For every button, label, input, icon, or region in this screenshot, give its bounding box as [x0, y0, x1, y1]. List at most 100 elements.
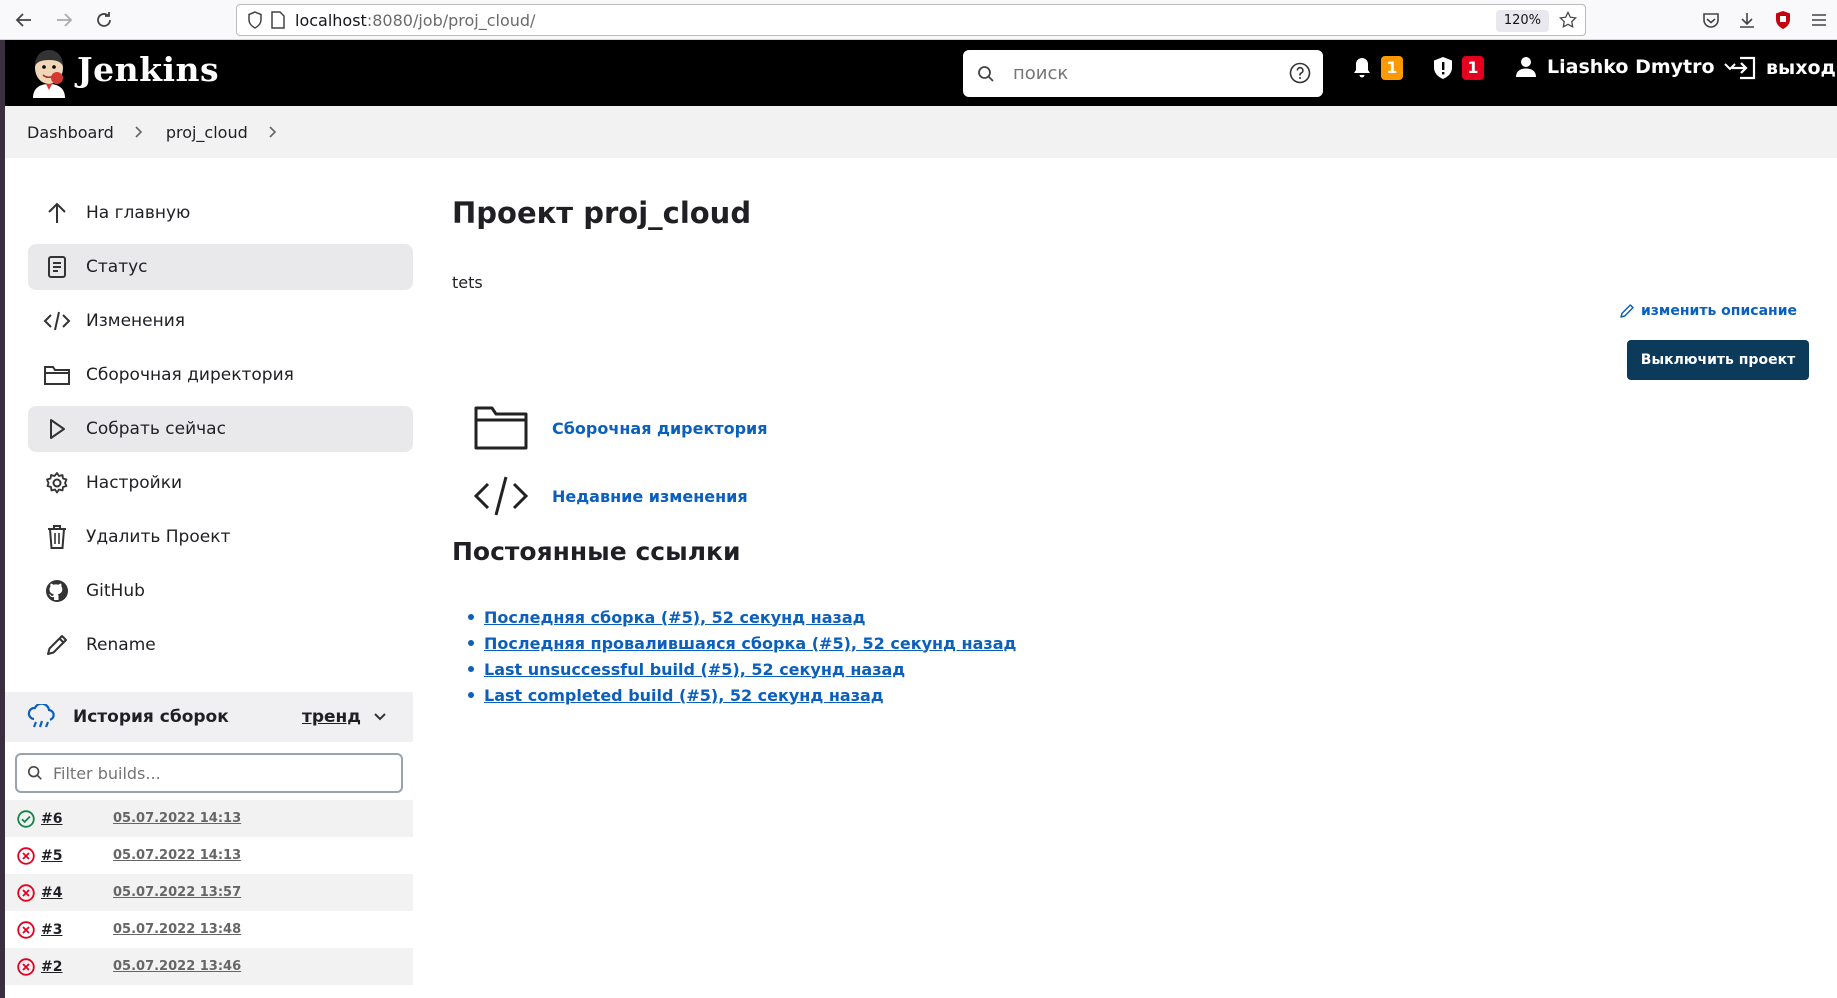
build-row[interactable]: #5 05.07.2022 14:13 [5, 837, 413, 874]
permalink-last-build[interactable]: Последняя сборка (#5), 52 секунд назад [468, 604, 1016, 630]
sidebar-item-rename[interactable]: Rename [28, 622, 413, 668]
logout-button[interactable]: выход [1730, 56, 1836, 80]
folder-icon [42, 364, 72, 386]
jenkins-logo-icon[interactable] [27, 48, 71, 98]
security-button[interactable]: 1 [1432, 56, 1484, 80]
gear-icon [42, 471, 72, 495]
permalink-label: Последняя провалившаяся сборка (#5), 52 … [484, 633, 1017, 653]
logout-label: выход [1766, 57, 1836, 79]
sidebar-item-home[interactable]: На главную [28, 190, 413, 236]
chevron-right-icon[interactable] [134, 125, 144, 139]
permalink-last-completed-build[interactable]: Last completed build (#5), 52 секунд наз… [468, 682, 1016, 708]
url-path: :8080/job/proj_cloud/ [366, 10, 536, 30]
permalink-label: Последняя сборка (#5), 52 секунд назад [484, 607, 866, 627]
play-icon [42, 418, 72, 440]
sidebar-item-label: Статус [86, 257, 148, 277]
jenkins-header: Jenkins 1 1 Liashko Dmytro выход [5, 40, 1837, 106]
search-input[interactable] [1013, 63, 1273, 84]
address-bar[interactable]: localhost:8080/job/proj_cloud/ 120% [236, 4, 1586, 36]
build-history-title: История сборок [73, 707, 229, 727]
workspace-link[interactable]: Сборочная директория [470, 404, 768, 452]
build-row[interactable]: #2 05.07.2022 13:46 [5, 948, 413, 985]
bell-icon [1354, 58, 1370, 78]
logout-icon [1732, 56, 1756, 80]
edit-description-label: изменить описание [1640, 303, 1797, 319]
sidebar-item-label: Rename [86, 635, 156, 655]
permalink-last-failed-build[interactable]: Последняя провалившаяся сборка (#5), 52 … [468, 630, 1017, 656]
build-date-link[interactable]: 05.07.2022 13:46 [113, 959, 241, 974]
build-number-link[interactable]: #6 [41, 811, 101, 827]
sidebar-item-build-now[interactable]: Собрать сейчас [28, 406, 413, 452]
star-icon[interactable] [1558, 10, 1578, 33]
trend-link[interactable]: тренд [302, 707, 361, 727]
sidebar-item-github[interactable]: GitHub [28, 568, 413, 614]
sidebar-item-label: Удалить Проект [86, 527, 231, 547]
workspace-link-label: Сборочная директория [552, 418, 768, 438]
menu-icon[interactable] [1801, 2, 1837, 38]
sidebar-item-configure[interactable]: Настройки [28, 460, 413, 506]
back-button[interactable] [8, 4, 40, 36]
sidebar-item-workspace[interactable]: Сборочная директория [28, 352, 413, 398]
permalinks-title: Постоянные ссылки [452, 537, 741, 566]
build-date-link[interactable]: 05.07.2022 14:13 [113, 811, 241, 826]
user-menu[interactable]: Liashko Dmytro [1515, 56, 1737, 78]
build-date-link[interactable]: 05.07.2022 13:57 [113, 885, 241, 900]
build-date-link[interactable]: 05.07.2022 14:13 [113, 848, 241, 863]
sidebar-item-label: На главную [86, 203, 191, 223]
folder-icon [470, 404, 532, 452]
notifications-button[interactable]: 1 [1351, 56, 1403, 80]
build-number-link[interactable]: #2 [41, 959, 101, 975]
build-history-header: История сборок тренд [5, 692, 413, 742]
sidebar-item-delete[interactable]: Удалить Проект [28, 514, 413, 560]
ublock-shield-icon[interactable] [1765, 2, 1801, 38]
disable-project-button[interactable]: Выключить проект [1627, 340, 1809, 380]
sidebar-item-label: GitHub [86, 581, 145, 601]
build-number-link[interactable]: #5 [41, 848, 101, 864]
sidebar-item-changes[interactable]: Изменения [28, 298, 413, 344]
breadcrumb-dashboard[interactable]: Dashboard [27, 123, 114, 142]
filter-builds-input[interactable] [53, 763, 373, 783]
page-icon [271, 11, 285, 29]
build-date-link[interactable]: 05.07.2022 13:48 [113, 922, 241, 937]
search-icon [977, 65, 995, 83]
pocket-icon[interactable] [1693, 2, 1729, 38]
page-title: Проект proj_cloud [452, 196, 752, 230]
browser-toolbar: localhost:8080/job/proj_cloud/ 120% [0, 0, 1837, 40]
search-box[interactable] [963, 50, 1323, 97]
security-shield-icon [1434, 57, 1452, 79]
download-icon[interactable] [1729, 2, 1765, 38]
build-row[interactable]: #6 05.07.2022 14:13 [5, 800, 413, 837]
breadcrumb-project[interactable]: proj_cloud [166, 123, 248, 142]
sidebar-item-label: Собрать сейчас [86, 419, 226, 439]
help-icon[interactable] [1289, 62, 1311, 84]
reload-button[interactable] [88, 4, 120, 36]
user-icon [1516, 57, 1536, 77]
arrow-right-icon [57, 12, 73, 27]
permalink-last-unsuccessful-build[interactable]: Last unsuccessful build (#5), 52 секунд … [468, 656, 1016, 682]
sidebar-item-status[interactable]: Статус [28, 244, 413, 290]
reload-icon [97, 11, 111, 27]
shield-icon [247, 11, 263, 29]
build-number-link[interactable]: #4 [41, 885, 101, 901]
weather-cloud-rain-icon [27, 704, 57, 730]
user-name: Liashko Dmytro [1547, 56, 1715, 78]
filter-builds-field[interactable] [15, 753, 403, 793]
sidebar-item-label: Сборочная директория [86, 365, 294, 385]
trash-icon [42, 524, 72, 550]
brand-title[interactable]: Jenkins [77, 50, 219, 89]
forward-button[interactable] [48, 4, 80, 36]
url-text: localhost:8080/job/proj_cloud/ [295, 11, 535, 30]
chevron-right-icon[interactable] [268, 125, 278, 139]
chevron-down-icon[interactable] [373, 712, 387, 722]
recent-changes-link[interactable]: Недавние изменения [470, 474, 748, 518]
success-check-icon [17, 809, 35, 828]
failed-x-icon [17, 846, 35, 865]
edit-description-link[interactable]: изменить описание [1619, 303, 1797, 319]
zoom-level[interactable]: 120% [1495, 10, 1549, 32]
permalink-label: Last unsuccessful build (#5), 52 секунд … [484, 659, 906, 679]
build-row[interactable]: #4 05.07.2022 13:57 [5, 874, 413, 911]
sidebar-item-label: Изменения [86, 311, 186, 331]
permalink-label: Last completed build (#5), 52 секунд наз… [484, 685, 884, 705]
build-row[interactable]: #3 05.07.2022 13:48 [5, 911, 413, 948]
build-number-link[interactable]: #3 [41, 922, 101, 938]
